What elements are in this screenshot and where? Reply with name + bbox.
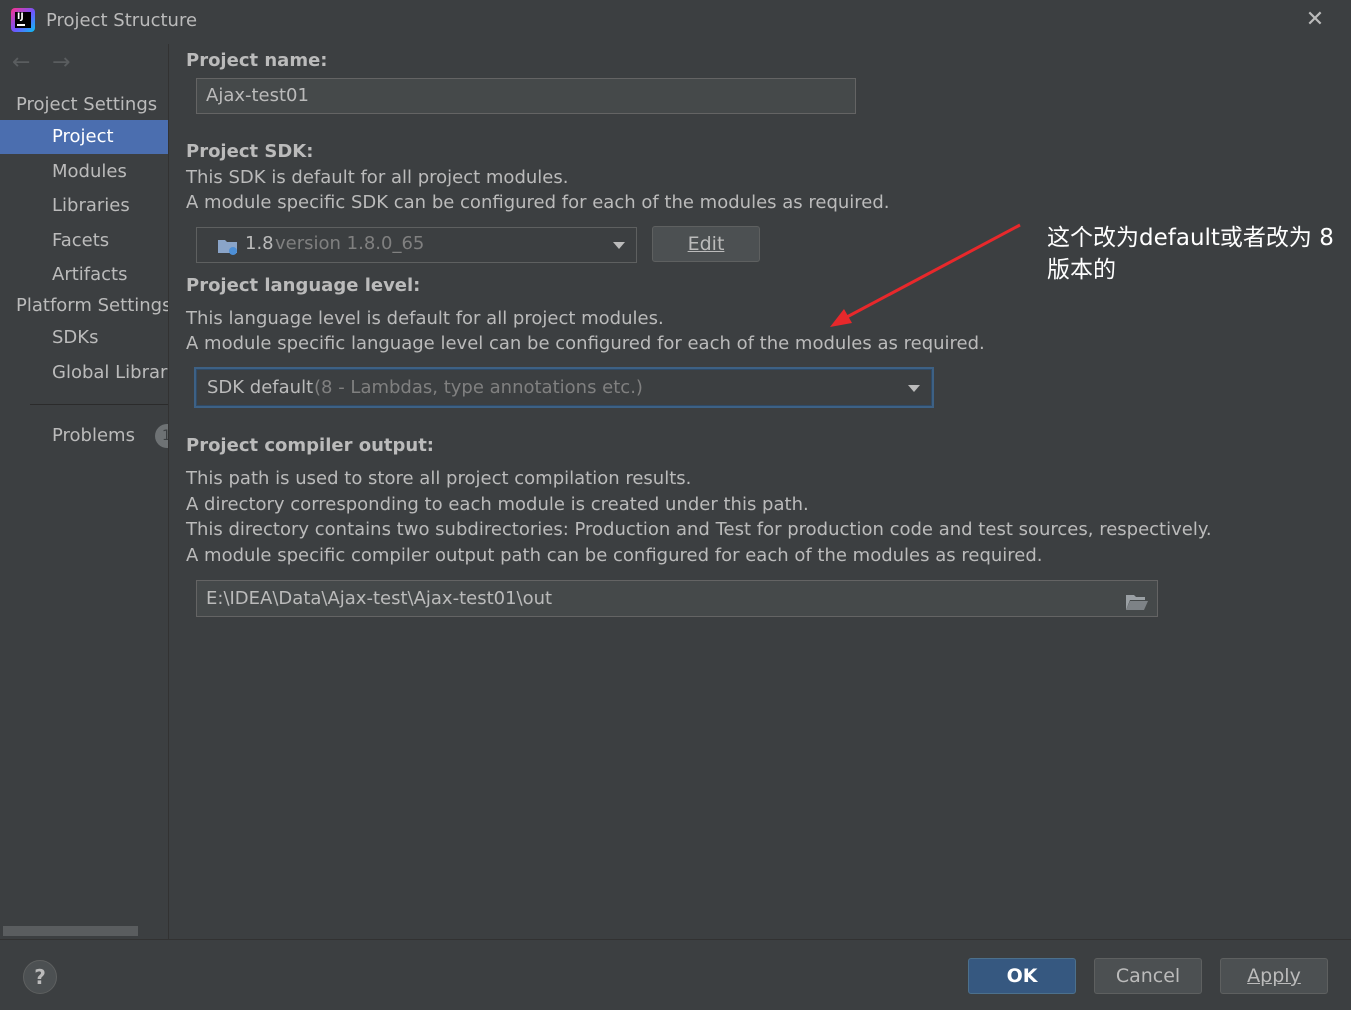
sidebar-item-libraries[interactable]: Libraries — [0, 189, 168, 223]
sidebar-item-modules[interactable]: Modules — [0, 155, 168, 189]
help-icon[interactable]: ? — [23, 960, 57, 994]
dialog-footer: ? OK Cancel Apply — [0, 939, 1351, 1010]
sidebar-item-global-libraries[interactable]: Global Librari — [0, 356, 168, 390]
ok-button[interactable]: OK — [968, 958, 1076, 994]
title-bar: IJ Project Structure ✕ — [0, 0, 1351, 44]
annotation-text: 这个改为default或者改为 8 版本的 — [1047, 222, 1347, 286]
edit-sdk-button[interactable]: Edit — [652, 226, 760, 262]
compiler-output-description-4: A module specific compiler output path c… — [186, 545, 1043, 566]
chevron-down-icon — [613, 242, 625, 249]
sidebar-item-artifacts[interactable]: Artifacts — [0, 258, 168, 292]
annotation-line-1: 这个改为default或者改为 8 — [1047, 225, 1334, 251]
annotation-line-2: 版本的 — [1047, 257, 1116, 283]
apply-button-label: Apply — [1247, 965, 1301, 987]
project-name-input[interactable]: Ajax-test01 — [196, 78, 856, 114]
sidebar-item-facets[interactable]: Facets — [0, 224, 168, 258]
compiler-output-path-input[interactable]: E:\IDEA\Data\Ajax-test\Ajax-test01\out — [196, 580, 1158, 617]
project-sdk-dropdown[interactable]: 1.8 version 1.8.0_65 — [196, 227, 637, 263]
project-settings-panel: Project name: Ajax-test01 Project SDK: T… — [170, 44, 1351, 939]
project-name-label: Project name: — [186, 50, 328, 71]
compiler-output-description-2: A directory corresponding to each module… — [186, 494, 809, 515]
project-sdk-description-1: This SDK is default for all project modu… — [186, 167, 569, 188]
platform-settings-header: Platform Settings — [16, 295, 169, 316]
sidebar-item-problems[interactable]: Problems — [0, 419, 168, 453]
sdk-folder-icon — [217, 237, 239, 255]
language-level-detail: (8 - Lambdas, type annotations etc.) — [314, 377, 643, 398]
cancel-button[interactable]: Cancel — [1094, 958, 1202, 994]
language-level-label: Project language level: — [186, 275, 421, 296]
language-level-description-1: This language level is default for all p… — [186, 308, 664, 329]
sidebar-scrollbar[interactable] — [3, 926, 138, 936]
compiler-output-path-value: E:\IDEA\Data\Ajax-test\Ajax-test01\out — [206, 588, 553, 609]
language-level-dropdown[interactable]: SDK default (8 - Lambdas, type annotatio… — [194, 367, 934, 408]
compiler-output-label: Project compiler output: — [186, 435, 435, 456]
window-title: Project Structure — [46, 10, 198, 31]
apply-button[interactable]: Apply — [1220, 958, 1328, 994]
language-level-description-2: A module specific language level can be … — [186, 333, 985, 354]
sidebar-item-project[interactable]: Project — [0, 120, 168, 154]
compiler-output-description-3: This directory contains two subdirectori… — [186, 519, 1212, 540]
project-settings-header: Project Settings — [16, 94, 158, 115]
intellij-idea-icon: IJ — [11, 8, 35, 32]
chevron-down-icon — [908, 385, 920, 392]
sidebar: ← → Project Settings Project Modules Lib… — [0, 44, 169, 939]
close-icon[interactable]: ✕ — [1302, 6, 1328, 34]
sdk-version: version 1.8.0_65 — [275, 233, 425, 254]
sidebar-separator — [30, 404, 168, 405]
sdk-name: 1.8 — [245, 233, 274, 254]
sidebar-item-sdks[interactable]: SDKs — [0, 321, 168, 355]
project-sdk-description-2: A module specific SDK can be configured … — [186, 192, 890, 213]
back-arrow-icon[interactable]: ← — [12, 50, 30, 75]
project-sdk-label: Project SDK: — [186, 141, 314, 162]
folder-browse-icon[interactable] — [1125, 589, 1149, 610]
forward-arrow-icon[interactable]: → — [52, 50, 70, 75]
edit-button-label: Edit — [687, 233, 725, 255]
compiler-output-description-1: This path is used to store all project c… — [186, 468, 692, 489]
language-level-selected: SDK default — [207, 377, 314, 398]
